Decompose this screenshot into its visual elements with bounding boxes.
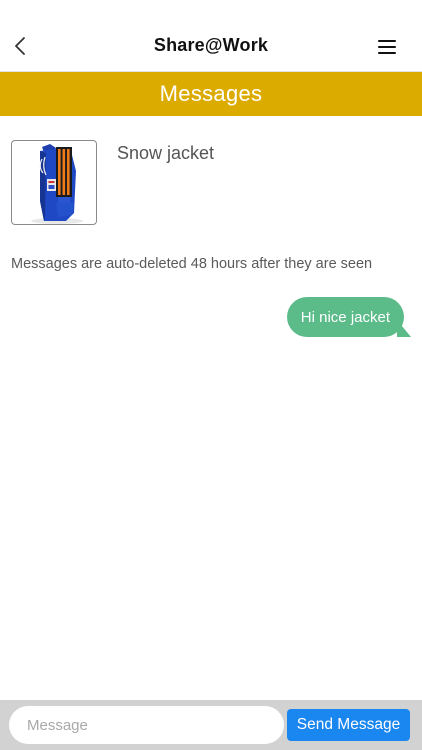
message-input[interactable] [9, 706, 284, 744]
top-navbar: Share@Work [0, 0, 422, 72]
outgoing-message-bubble: Hi nice jacket [286, 297, 404, 337]
bubble-tail [397, 320, 411, 337]
message-text: Hi nice jacket [300, 308, 390, 326]
send-message-button[interactable]: Send Message [287, 709, 410, 741]
messages-banner: Messages [0, 72, 422, 116]
item-thumbnail[interactable] [11, 140, 97, 225]
app-title: Share@Work [153, 35, 269, 55]
item-title: Snow jacket [117, 143, 215, 163]
page-title: Messages [159, 81, 263, 106]
auto-delete-notice: Messages are auto-deleted 48 hours after… [11, 256, 373, 272]
menu-button[interactable] [378, 38, 398, 56]
hamburger-menu-icon [378, 40, 396, 42]
jacket-image [31, 144, 83, 224]
